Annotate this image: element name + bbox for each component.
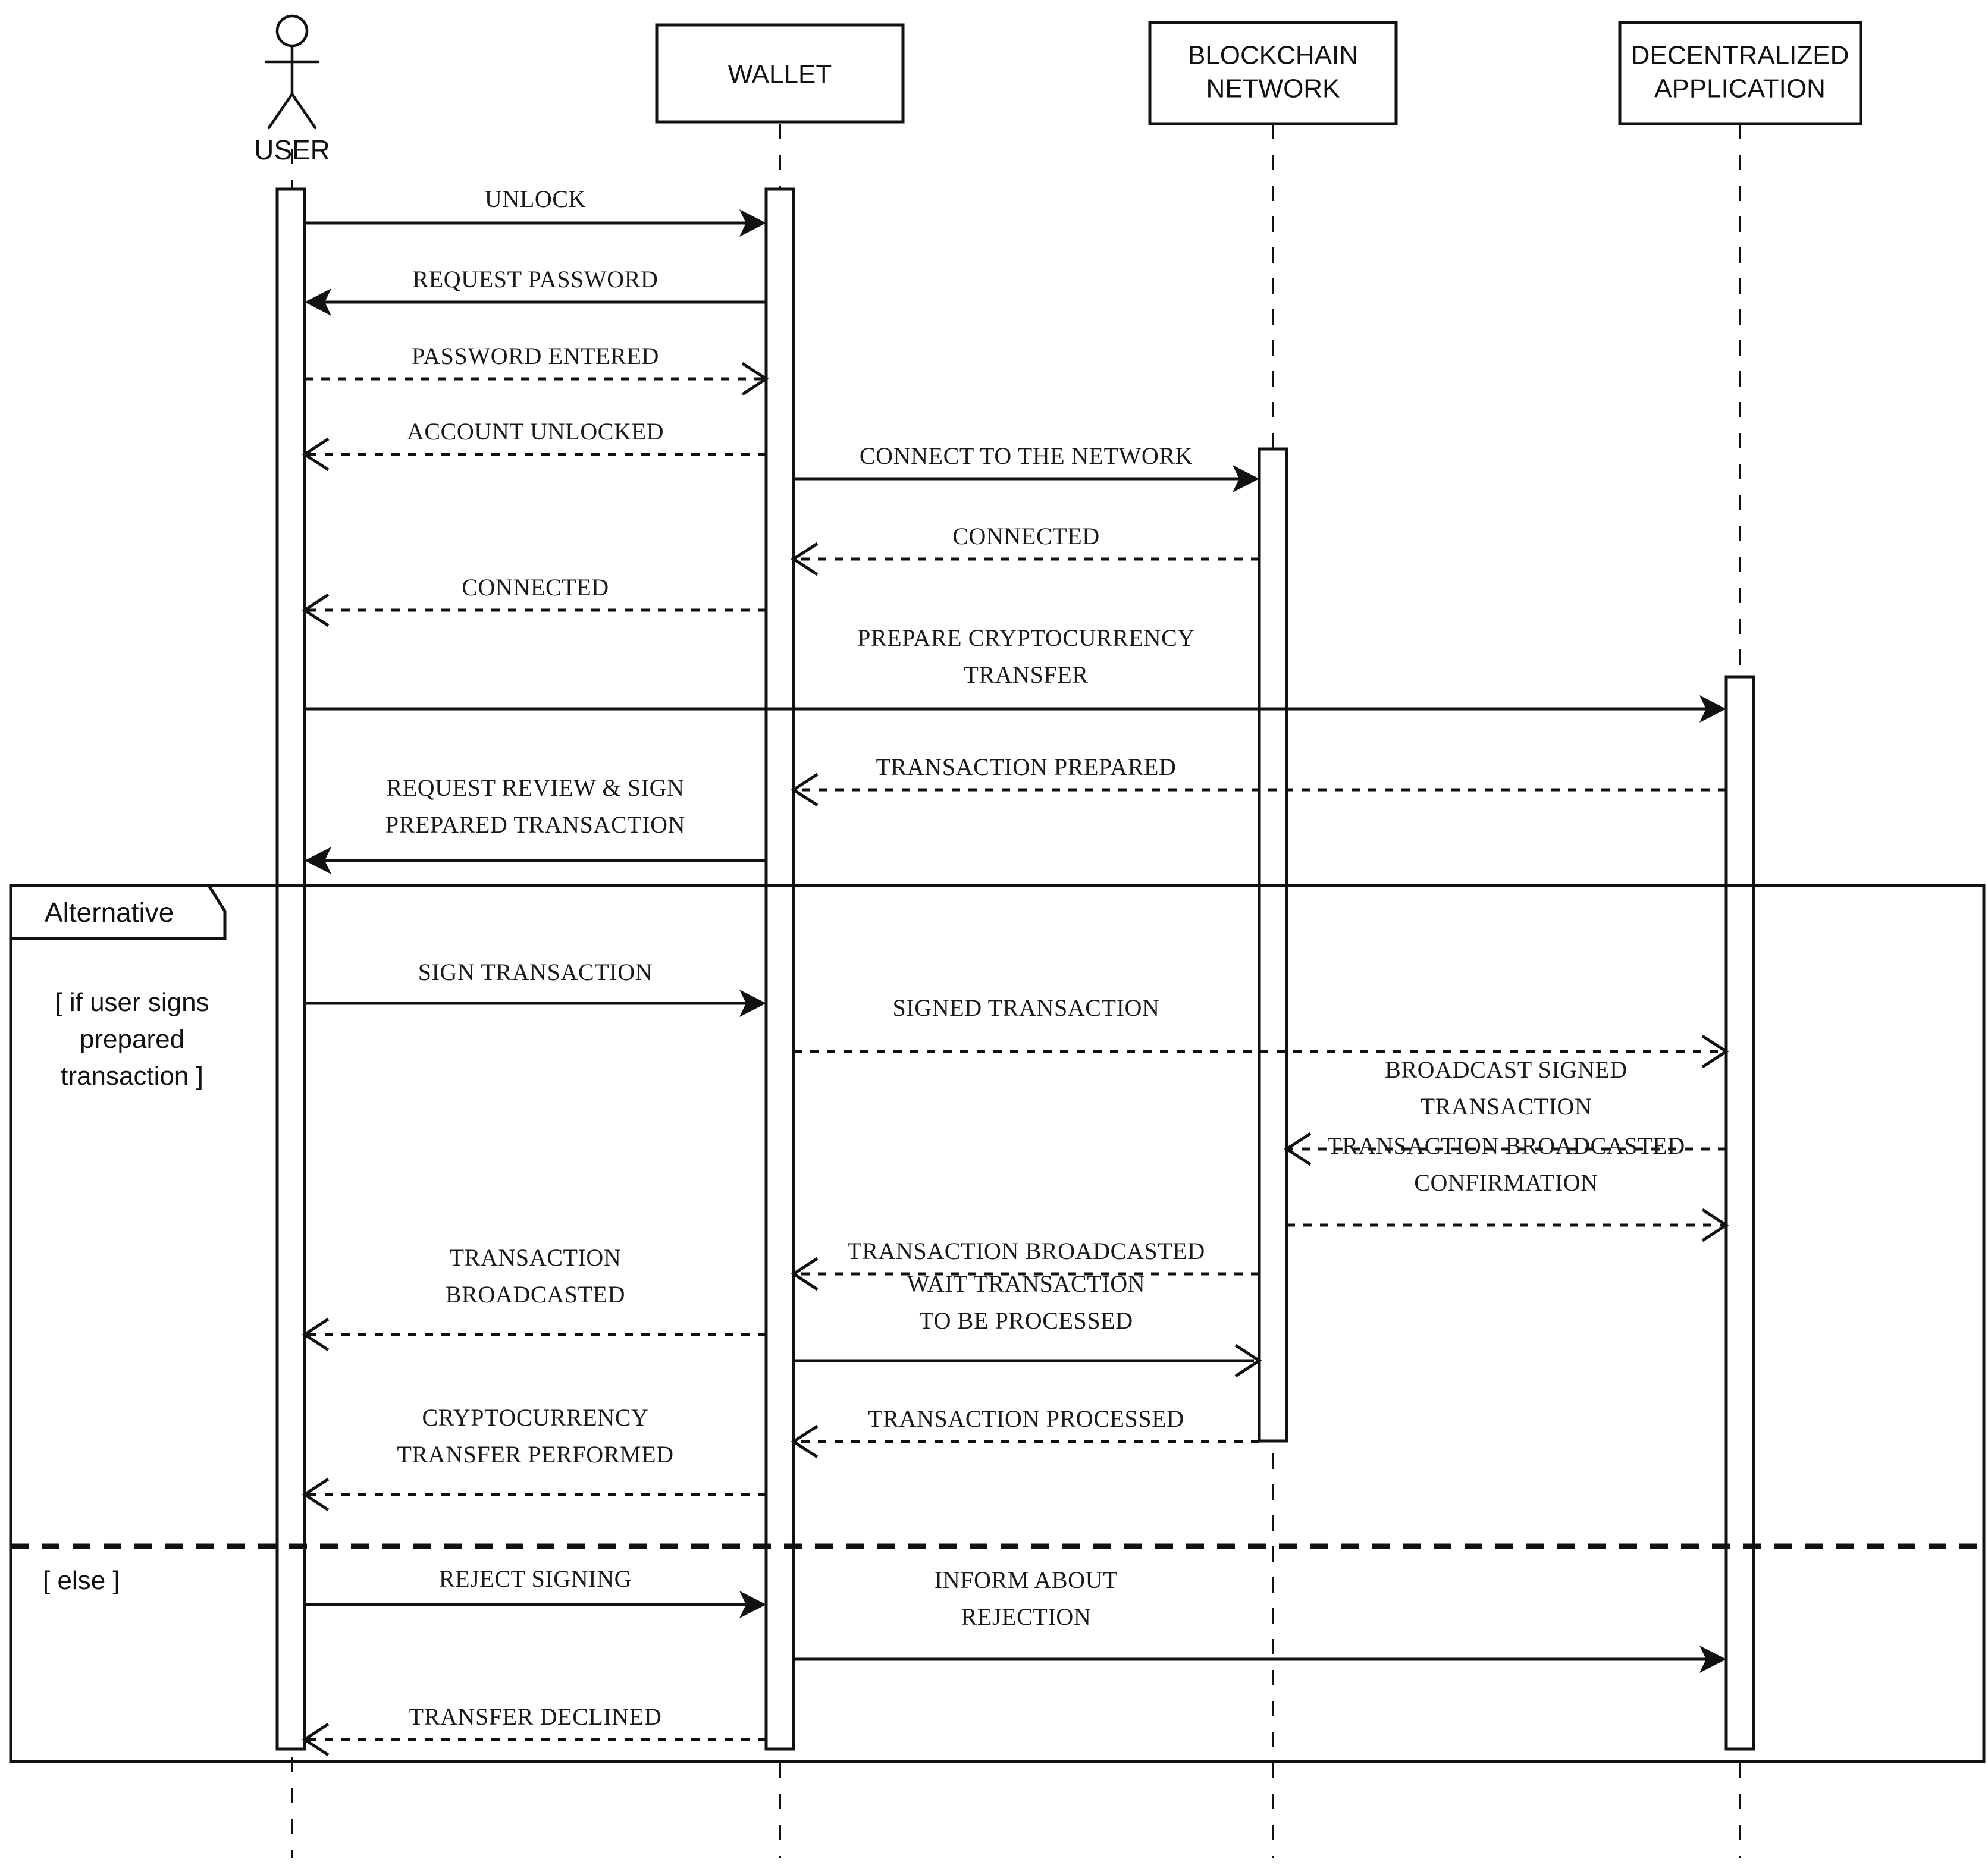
message-label-transfer-performed-l2: TRANSFER PERFORMED	[397, 1441, 673, 1468]
message-transaction-broadcasted-user[interactable]: TRANSACTION BROADCASTED	[302, 1244, 766, 1352]
message-label-password-entered-l1: PASSWORD ENTERED	[412, 343, 659, 369]
message-prepare-transfer[interactable]: PREPARE CRYPTOCURRENCY TRANSFER	[305, 624, 1726, 723]
message-transaction-processed[interactable]: TRANSACTION PROCESSED	[791, 1405, 1259, 1459]
participant-label-blockchain-line1: BLOCKCHAIN	[1188, 41, 1358, 70]
message-label-signed-transaction-l1: SIGNED TRANSACTION	[893, 994, 1160, 1021]
message-label-broadcast-confirmation-l1: TRANSACTION BROADCASTED	[1327, 1132, 1685, 1159]
activation-dapp	[1724, 675, 1755, 1751]
message-password-entered[interactable]: PASSWORD ENTERED	[305, 343, 769, 396]
message-label-transaction-prepared-l1: TRANSACTION PREPARED	[876, 754, 1176, 780]
actor-leg-right-icon	[290, 92, 317, 130]
message-reject-signing[interactable]: REJECT SIGNING	[305, 1565, 766, 1618]
participant-label-wallet: WALLET	[728, 60, 832, 89]
message-label-request-review-sign-l2: PREPARED TRANSACTION	[385, 811, 685, 838]
sequence-diagram-svg: USER WALLET BLOCKCHAIN NETWORK DECENTRAL…	[9, 14, 1986, 1858]
participant-label-dapp-line1: DECENTRALIZED	[1631, 41, 1849, 70]
message-label-sign-transaction-l1: SIGN TRANSACTION	[418, 959, 653, 985]
message-wait-transaction[interactable]: WAIT TRANSACTION TO BE PROCESSED	[794, 1270, 1262, 1378]
message-label-transaction-broadcasted-user-l1: TRANSACTION	[450, 1244, 622, 1271]
message-transfer-performed[interactable]: CRYPTOCURRENCY TRANSFER PERFORMED	[302, 1404, 766, 1512]
alt-guard-if-line2: prepared	[80, 1025, 184, 1054]
message-sign-transaction[interactable]: SIGN TRANSACTION	[305, 959, 766, 1017]
message-label-transaction-broadcasted-wallet-l1: TRANSACTION BROADCASTED	[847, 1238, 1205, 1264]
participant-label-blockchain-line2: NETWORK	[1206, 74, 1340, 103]
message-connected-user[interactable]: CONNECTED	[302, 574, 766, 627]
participant-box-blockchain	[1148, 21, 1398, 125]
message-label-unlock-l1: UNLOCK	[485, 186, 586, 212]
message-broadcast-confirmation[interactable]: TRANSACTION BROADCASTED CONFIRMATION	[1287, 1132, 1729, 1242]
activation-wallet	[764, 187, 795, 1751]
message-label-broadcast-signed-l2: TRANSACTION	[1421, 1093, 1592, 1120]
alt-guard-if-line1: [ if user signs	[55, 988, 209, 1017]
sequence-diagram-canvas: USER WALLET BLOCKCHAIN NETWORK DECENTRAL…	[0, 0, 1988, 1868]
message-request-review-sign[interactable]: REQUEST REVIEW & SIGN PREPARED TRANSACTI…	[305, 774, 766, 874]
message-transfer-declined[interactable]: TRANSFER DECLINED	[302, 1703, 766, 1757]
message-label-account-unlocked-l1: ACCOUNT UNLOCKED	[407, 418, 664, 445]
participant-user[interactable]: USER	[254, 14, 330, 165]
message-connect-to-network[interactable]: CONNECT TO THE NETWORK	[794, 442, 1259, 492]
message-label-broadcast-confirmation-l2: CONFIRMATION	[1414, 1169, 1598, 1196]
actor-head-icon	[275, 14, 309, 48]
message-label-connect-to-network-l1: CONNECT TO THE NETWORK	[860, 442, 1193, 469]
participant-dapp[interactable]: DECENTRALIZED APPLICATION	[1618, 21, 1862, 125]
message-label-connected-network-l1: CONNECTED	[952, 523, 1100, 550]
alt-guard-else-label: [ else ]	[43, 1566, 120, 1595]
participant-blockchain[interactable]: BLOCKCHAIN NETWORK	[1148, 21, 1398, 125]
alt-guard-if-line3: transaction ]	[61, 1062, 203, 1091]
activation-blockchain	[1258, 447, 1288, 1443]
message-inform-rejection[interactable]: INFORM ABOUT REJECTION	[794, 1566, 1726, 1673]
message-account-unlocked[interactable]: ACCOUNT UNLOCKED	[302, 418, 766, 472]
message-unlock[interactable]: UNLOCK	[305, 186, 766, 237]
alt-guard-if: [ if user signs prepared transaction ]	[55, 988, 209, 1091]
messages-group: UNLOCK REQUEST PASSWORD PASSWORD ENTERED…	[302, 186, 1729, 1757]
message-label-wait-transaction-l2: TO BE PROCESSED	[919, 1307, 1133, 1334]
participant-label-dapp-line2: APPLICATION	[1654, 74, 1826, 103]
message-label-broadcast-signed-l1: BROADCAST SIGNED	[1385, 1056, 1628, 1083]
message-label-request-review-sign-l1: REQUEST REVIEW & SIGN	[386, 774, 684, 801]
participant-box-dapp	[1618, 21, 1862, 125]
message-connected-network[interactable]: CONNECTED	[791, 523, 1259, 576]
message-label-inform-rejection-l2: REJECTION	[961, 1603, 1092, 1630]
message-label-inform-rejection-l1: INFORM ABOUT	[935, 1566, 1118, 1593]
message-label-transaction-broadcasted-user-l2: BROADCASTED	[446, 1281, 625, 1308]
participant-wallet[interactable]: WALLET	[655, 23, 905, 124]
alt-fragment-operator-label: Alternative	[45, 897, 174, 928]
message-label-prepare-transfer-l2: TRANSFER	[964, 661, 1088, 688]
message-label-transaction-processed-l1: TRANSACTION PROCESSED	[868, 1405, 1184, 1432]
message-label-transfer-performed-l1: CRYPTOCURRENCY	[422, 1404, 648, 1431]
message-request-password[interactable]: REQUEST PASSWORD	[305, 266, 766, 316]
activation-user	[275, 187, 306, 1751]
message-label-transfer-declined-l1: TRANSFER DECLINED	[409, 1703, 662, 1730]
message-label-prepare-transfer-l1: PREPARE CRYPTOCURRENCY	[857, 624, 1195, 651]
message-label-wait-transaction-l1: WAIT TRANSACTION	[907, 1270, 1145, 1297]
message-label-reject-signing-l1: REJECT SIGNING	[439, 1565, 632, 1592]
message-label-request-password-l1: REQUEST PASSWORD	[412, 266, 658, 293]
message-label-connected-user-l1: CONNECTED	[462, 574, 609, 601]
participant-label-user: USER	[254, 134, 330, 165]
actor-leg-left-icon	[267, 92, 294, 130]
lifelines-group	[291, 124, 1741, 1858]
